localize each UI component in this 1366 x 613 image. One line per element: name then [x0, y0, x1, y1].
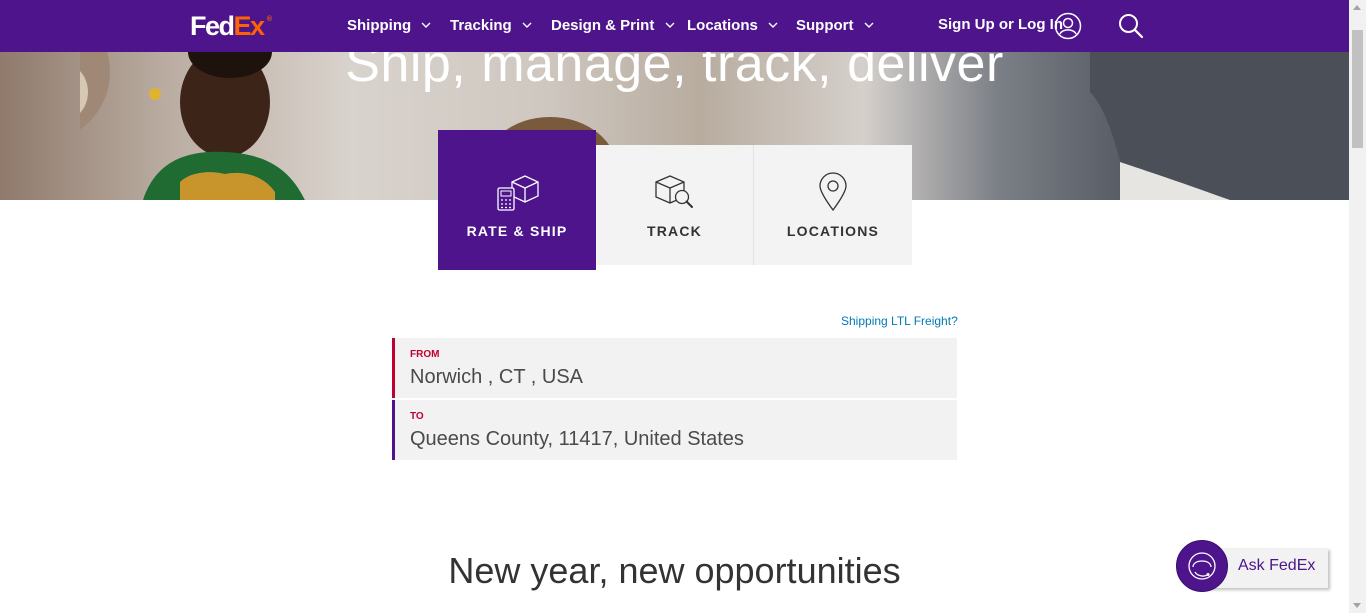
promo-heading: New year, new opportunities	[448, 550, 901, 591]
nav-support-label: Support	[796, 17, 854, 34]
top-navigation-bar: FedEx ® Shipping Tracking Design & Print …	[0, 0, 1349, 52]
chevron-down-icon	[522, 22, 532, 28]
nav-design-print[interactable]: Design & Print	[551, 16, 675, 36]
logo-ex-text: Ex	[233, 11, 266, 41]
shipping-ltl-freight-link[interactable]: Shipping LTL Freight?	[841, 314, 958, 328]
logo-fed-text: Fed	[190, 11, 235, 41]
scroll-up-arrow-icon[interactable]	[1353, 5, 1361, 10]
hero-title: Ship, manage, track, deliver	[345, 52, 1004, 93]
chat-agent-avatar	[1176, 540, 1228, 592]
package-calculator-icon	[497, 175, 539, 211]
from-address-field[interactable]: FROM Norwich , CT , USA	[392, 338, 957, 398]
tab-rate-ship[interactable]: RATE & SHIP	[438, 130, 596, 270]
nav-shipping[interactable]: Shipping	[347, 16, 431, 36]
tab-rate-ship-label: RATE & SHIP	[466, 223, 568, 239]
sign-up-log-in-link[interactable]: Sign Up or Log In	[938, 15, 1063, 35]
fedex-logo[interactable]: FedEx ®	[190, 10, 272, 42]
tab-locations[interactable]: LOCATIONS	[753, 145, 912, 265]
ask-fedex-label: Ask FedEx	[1238, 557, 1316, 574]
nav-locations-label: Locations	[687, 17, 758, 34]
user-account-icon[interactable]	[1054, 12, 1082, 40]
ask-fedex-chat-button[interactable]: Ask FedEx	[1176, 540, 1329, 592]
nav-locations[interactable]: Locations	[687, 16, 778, 36]
chevron-down-icon	[864, 22, 874, 28]
nav-tracking-label: Tracking	[450, 17, 512, 34]
to-value[interactable]: Queens County, 11417, United States	[410, 428, 744, 451]
search-icon[interactable]	[1117, 12, 1145, 40]
chevron-down-icon	[768, 22, 778, 28]
map-pin-icon	[819, 172, 847, 212]
headset-agent-icon	[1188, 552, 1216, 580]
to-label: TO	[410, 411, 424, 422]
page-scrollbar[interactable]	[1349, 0, 1366, 613]
scroll-thumb[interactable]	[1352, 30, 1363, 148]
to-address-field[interactable]: TO Queens County, 11417, United States	[392, 400, 957, 460]
logo-registered-mark: ®	[266, 16, 272, 23]
chevron-down-icon	[421, 22, 431, 28]
package-search-icon	[655, 175, 693, 208]
nav-shipping-label: Shipping	[347, 17, 412, 34]
scroll-down-arrow-icon[interactable]	[1353, 603, 1361, 608]
tab-track-label: TRACK	[647, 223, 702, 239]
from-label: FROM	[410, 349, 440, 360]
chevron-down-icon	[665, 22, 675, 28]
nav-tracking[interactable]: Tracking	[450, 16, 532, 36]
from-value[interactable]: Norwich , CT , USA	[410, 366, 583, 389]
nav-support[interactable]: Support	[796, 16, 874, 36]
tab-locations-label: LOCATIONS	[786, 223, 880, 239]
nav-design-print-label: Design & Print	[551, 17, 655, 34]
tab-track[interactable]: TRACK	[596, 145, 753, 265]
